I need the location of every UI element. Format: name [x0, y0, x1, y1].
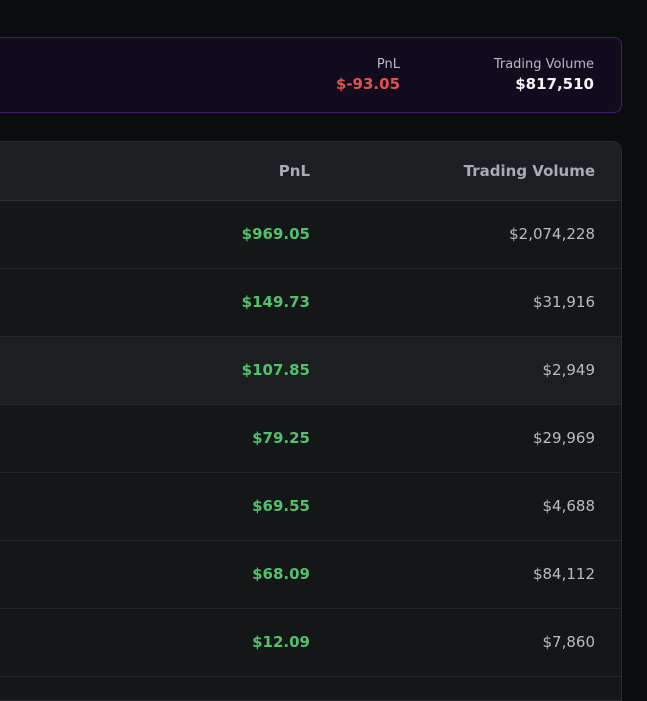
row-trading-volume: $2,949 — [542, 361, 596, 379]
row-trading-volume: $84,112 — [532, 565, 595, 583]
summary-volume-value: $817,510 — [515, 75, 594, 93]
table-row[interactable]: $107.85 $2,949 — [0, 337, 621, 405]
row-pnl: $68.09 — [252, 565, 310, 583]
row-pnl: $79.25 — [252, 429, 310, 447]
row-pnl: $107.85 — [241, 361, 310, 379]
row-trading-volume: $29,969 — [532, 429, 595, 447]
row-trading-volume: $31,916 — [532, 293, 595, 311]
row-trading-volume: $4,688 — [542, 497, 596, 515]
table-row[interactable]: $12.09 $7,860 — [0, 609, 621, 677]
table-row[interactable]: $68.09 $84,112 — [0, 541, 621, 609]
column-header-trading-volume[interactable]: Trading Volume — [464, 162, 595, 180]
account-summary-card: PnL $-93.05 Trading Volume $817,510 — [0, 37, 622, 113]
column-header-pnl[interactable]: PnL — [279, 162, 310, 180]
row-pnl: $969.05 — [241, 225, 310, 243]
summary-volume: Trading Volume $817,510 — [494, 57, 594, 94]
table-header: PnL Trading Volume — [0, 142, 621, 201]
table-row[interactable]: $969.05 $2,074,228 — [0, 201, 621, 269]
leaderboard-table: PnL Trading Volume $969.05 $2,074,228 $1… — [0, 141, 622, 701]
summary-pnl-label: PnL — [376, 57, 400, 72]
table-row[interactable]: $149.73 $31,916 — [0, 269, 621, 337]
table-row[interactable]: $79.25 $29,969 — [0, 405, 621, 473]
row-trading-volume: $2,074,228 — [509, 225, 595, 243]
row-pnl: $69.55 — [252, 497, 310, 515]
summary-pnl: PnL $-93.05 — [336, 57, 400, 94]
summary-volume-label: Trading Volume — [493, 57, 594, 72]
summary-pnl-value: $-93.05 — [335, 75, 400, 93]
row-pnl: $149.73 — [241, 293, 310, 311]
row-trading-volume: $7,860 — [542, 633, 596, 651]
row-pnl: $12.09 — [252, 633, 310, 651]
table-row[interactable]: $69.55 $4,688 — [0, 473, 621, 541]
